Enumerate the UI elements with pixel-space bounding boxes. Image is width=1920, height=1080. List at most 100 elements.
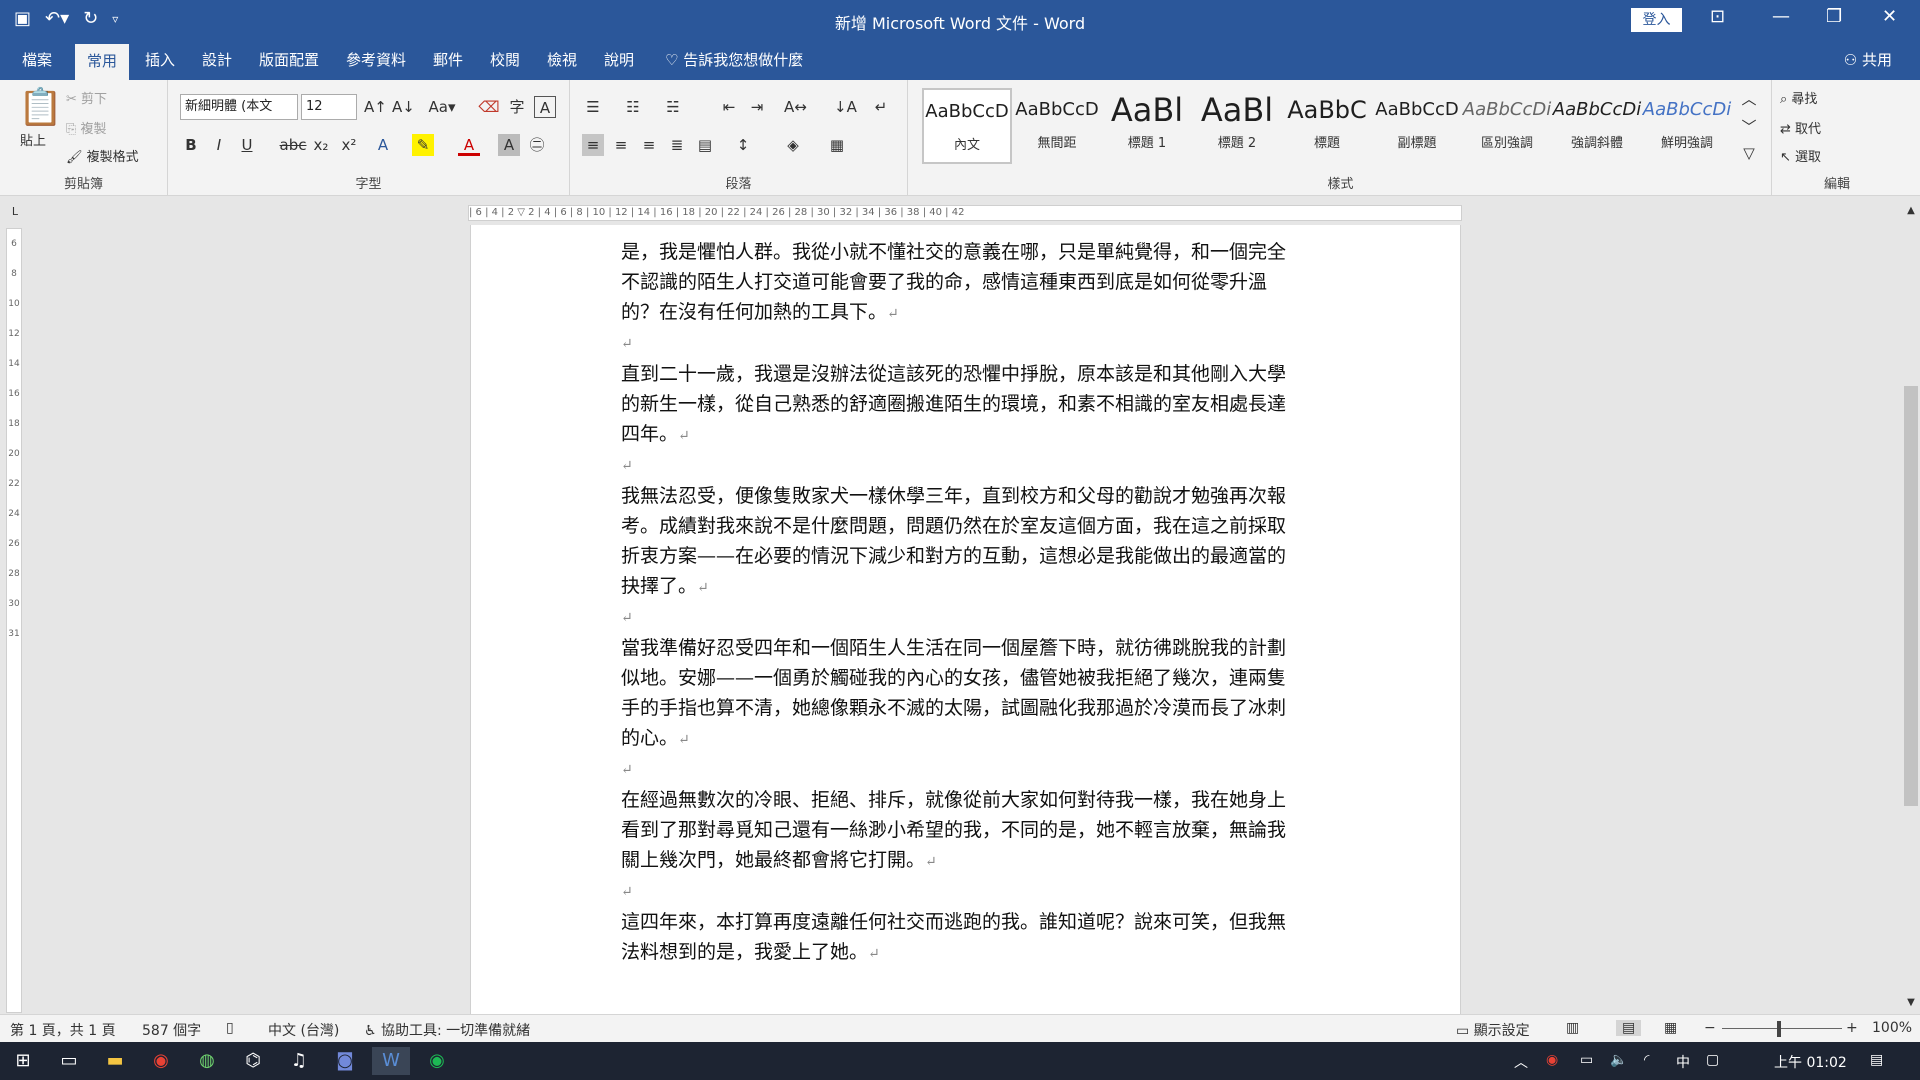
empty-paragraph[interactable]: ↵ [621,755,1301,785]
document-page[interactable]: 是，我是懼怕人群。我從小就不懂社交的意義在哪，只是單純覺得，和一個完全不認識的陌… [470,225,1461,1014]
format-painter-button[interactable]: 🖌 複製格式 [66,146,139,165]
bullets-icon[interactable]: ☰ [582,96,604,118]
input-mode-icon[interactable]: ▢ [1706,1052,1719,1068]
tab-layout[interactable]: 版面配置 [247,40,331,80]
char-spacing-icon[interactable]: A↔ [784,96,807,118]
multilevel-list-icon[interactable]: ☵ [662,96,684,118]
paste-icon[interactable]: 📋 [18,86,63,128]
clock[interactable]: 上午 01:02 [1774,1052,1847,1072]
decrease-indent-icon[interactable]: ⇤ [718,96,740,118]
justify-icon[interactable]: ≣ [666,134,688,156]
horizontal-ruler[interactable]: | 6 | 4 | 2 ▽ 2 | 4 | 6 | 8 | 10 | 12 | … [468,205,1462,221]
style-subtle-emphasis[interactable]: AaBbCcDi 區別強調 [1462,88,1552,164]
word-icon[interactable]: W [372,1047,410,1075]
tab-mailings[interactable]: 郵件 [421,40,475,80]
find-button[interactable]: ⌕ 尋找 [1780,88,1817,107]
style-subtitle[interactable]: AaBbCcD 副標題 [1372,88,1462,164]
numbering-icon[interactable]: ☷ [622,96,644,118]
strikethrough-icon[interactable]: abc [278,134,308,156]
tray-chrome-icon[interactable]: ◉ [1546,1052,1558,1068]
align-right-icon[interactable]: ≡ [638,134,660,156]
network-icon[interactable]: ◜ [1644,1052,1649,1068]
highlight-icon[interactable]: ✎ [412,134,434,156]
restore-icon[interactable]: ❐ [1826,6,1842,27]
line-spacing-icon[interactable]: ↕ [732,134,754,156]
underline-icon[interactable]: U [236,134,258,156]
borders-icon[interactable]: ▦ [826,134,848,156]
paste-button[interactable]: 貼上 [20,130,46,149]
tab-design[interactable]: 設計 [190,40,244,80]
scroll-down-icon[interactable]: ▼ [1902,992,1920,1014]
char-shading-icon[interactable]: A [498,134,520,156]
login-button[interactable]: 登入 [1631,8,1682,32]
tell-me-box[interactable]: ♡ 告訴我您想做什麼 [665,40,803,80]
print-layout-icon[interactable]: ▤ [1616,1020,1642,1036]
style-heading1[interactable]: AaBl 標題 1 [1102,88,1192,164]
styles-scroll-down-icon[interactable]: ﹀ [1738,116,1760,138]
windows-start-icon[interactable]: ⊞ [4,1047,42,1075]
distributed-icon[interactable]: ▤ [694,134,716,156]
volume-icon[interactable]: 🔈 [1610,1052,1627,1068]
style-emphasis[interactable]: AaBbCcDi 強調斜體 [1552,88,1642,164]
styles-more-icon[interactable]: ▽ [1738,142,1760,164]
tray-chevron-icon[interactable]: ︿ [1514,1052,1528,1072]
tab-file[interactable]: 檔案 [10,40,64,80]
proofing-icon[interactable]: ▯ [226,1020,234,1036]
paragraph-5[interactable]: 在經過無數次的冷眼、拒絕、排斥，就像從前大家如何對待我一樣，我在她身上看到了那對… [621,785,1301,877]
style-no-spacing[interactable]: AaBbCcD 無間距 [1012,88,1102,164]
change-case-icon[interactable]: Aa▾ [426,96,458,118]
web-layout-icon[interactable]: ▦ [1664,1020,1677,1036]
show-marks-icon[interactable]: ↵ [870,96,892,118]
enclose-char-icon[interactable]: ㊁ [526,134,548,156]
replace-button[interactable]: ⇄ 取代 [1780,118,1821,137]
close-icon[interactable]: ✕ [1882,6,1897,27]
sort-icon[interactable]: ↓A [834,96,857,118]
file-explorer-icon[interactable]: ▬ [96,1047,134,1075]
task-view-icon[interactable]: ▭ [50,1047,88,1075]
accessibility-status[interactable]: ♿ 協助工具: 一切準備就緒 [364,1020,530,1040]
select-button[interactable]: ↖ 選取 [1780,146,1821,165]
grow-font-icon[interactable]: A↑ [364,96,387,118]
style-intense-emphasis[interactable]: AaBbCcDi 鮮明強調 [1642,88,1732,164]
bold-icon[interactable]: B [180,134,202,156]
document-body[interactable]: 是，我是懼怕人群。我從小就不懂社交的意義在哪，只是單純覺得，和一個完全不認識的陌… [621,237,1301,969]
vertical-ruler[interactable]: 6 8 10 12 14 16 18 20 22 24 26 28 30 31 [6,228,22,1013]
tab-insert[interactable]: 插入 [133,40,187,80]
zoom-level[interactable]: 100% [1872,1020,1912,1036]
empty-paragraph[interactable]: ↵ [621,451,1301,481]
paragraph-4[interactable]: 當我準備好忍受四年和一個陌生人生活在同一個屋簷下時，就彷彿跳脫我的計劃似地。安娜… [621,633,1301,755]
steam-icon[interactable]: ⌬ [234,1047,272,1075]
language-indicator[interactable]: 中文 (台灣) [268,1020,339,1040]
line-app-icon[interactable]: ◍ [188,1047,226,1075]
font-size-combo[interactable]: 12 [301,94,357,120]
align-left-icon[interactable]: ≡ [582,134,604,156]
italic-icon[interactable]: I [208,134,230,156]
empty-paragraph[interactable]: ↵ [621,329,1301,359]
font-color-icon[interactable]: A [458,134,480,156]
align-center-icon[interactable]: ≡ [610,134,632,156]
tab-home[interactable]: 常用 [75,44,130,80]
shrink-font-icon[interactable]: A↓ [392,96,415,118]
empty-paragraph[interactable]: ↵ [621,603,1301,633]
minimize-icon[interactable]: — [1772,6,1790,27]
copy-button[interactable]: ⎘ 複製 [66,118,107,137]
battery-icon[interactable]: ▭ [1580,1052,1593,1068]
ime-indicator[interactable]: 中 [1676,1052,1690,1072]
increase-indent-icon[interactable]: ⇥ [746,96,768,118]
scroll-thumb[interactable] [1904,386,1918,806]
page-count[interactable]: 第 1 頁，共 1 頁 [10,1020,116,1040]
paragraph-3[interactable]: 我無法忍受，便像隻敗家犬一樣休學三年，直到校方和父母的勸說才勉強再次報考。成績對… [621,481,1301,603]
spotify-icon[interactable]: ◉ [418,1047,456,1075]
zoom-out-icon[interactable]: − [1704,1020,1716,1036]
display-settings[interactable]: ▭ 顯示設定 [1456,1020,1530,1040]
cut-button[interactable]: ✂ 剪下 [66,88,107,107]
word-count[interactable]: 587 個字 [142,1020,201,1040]
styles-scroll-up-icon[interactable]: ︿ [1738,88,1760,110]
font-name-combo[interactable]: 新細明體 (本文 [180,94,298,120]
zoom-in-icon[interactable]: + [1846,1020,1858,1036]
tab-review[interactable]: 校閱 [478,40,532,80]
subscript-icon[interactable]: x₂ [310,134,332,156]
style-heading2[interactable]: AaBl 標題 2 [1192,88,1282,164]
zoom-slider[interactable] [1722,1028,1842,1029]
tab-references[interactable]: 參考資料 [334,40,418,80]
